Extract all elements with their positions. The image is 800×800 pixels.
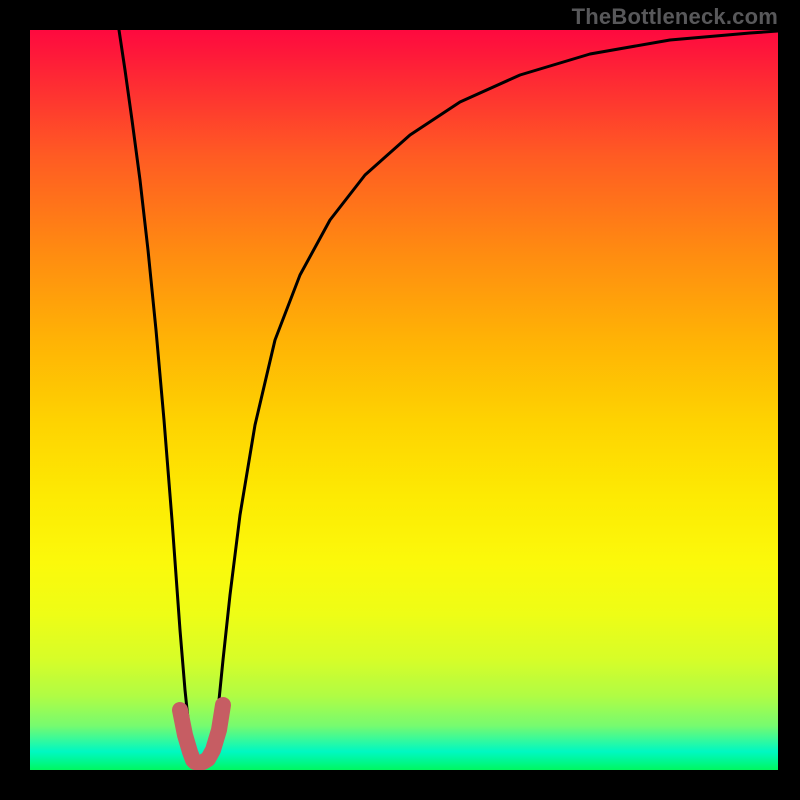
watermark-text: TheBottleneck.com (572, 4, 778, 30)
chart-frame: TheBottleneck.com (0, 0, 800, 800)
curve-path (119, 30, 778, 765)
chart-svg (30, 30, 778, 770)
plot-area (30, 30, 778, 770)
marker-path (180, 705, 223, 763)
